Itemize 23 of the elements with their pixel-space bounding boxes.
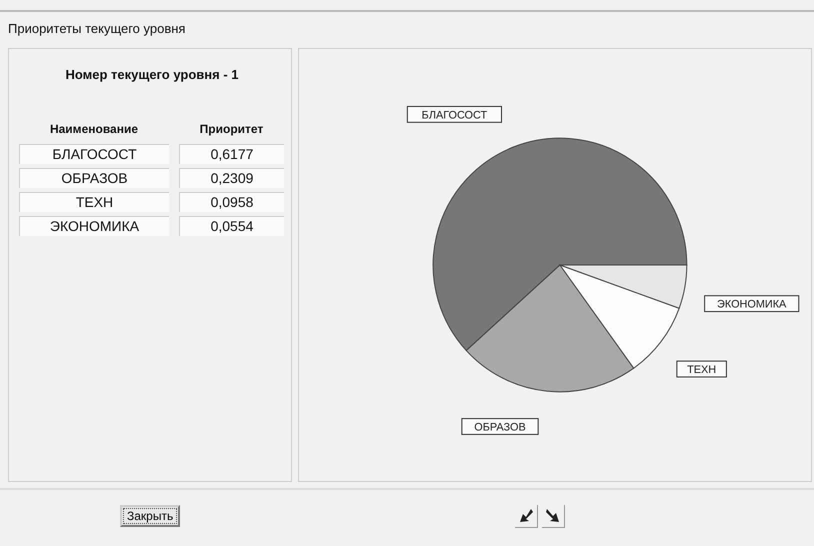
forward-arrow-icon[interactable] [542,504,566,528]
priority-field: 0,0958 [179,192,284,212]
slice-label: ОБРАЗОВ [461,418,539,435]
name-field: БЛАГОСОСТ [19,144,169,164]
window-title: Приоритеты текущего уровня [7,20,186,38]
slice-label: ТЕХН [687,364,716,376]
slice-label: ТЕХН [676,360,727,378]
close-button[interactable]: Закрыть [120,505,180,527]
name-field: ТЕХН [19,192,169,212]
slice-label: ЭКОНОМИКА [717,298,788,311]
priority-field: 0,2309 [179,168,284,188]
column-header: Приоритет [198,122,264,136]
slice-label: ЭКОНОМИКА [704,295,800,312]
priority-field: 0,0554 [179,216,284,236]
priority-field: 0,6177 [179,144,284,164]
slice-label: БЛАГОСОСТ [422,109,488,122]
name-field: ЭКОНОМИКА [19,216,169,236]
level-heading: Номер текущего уровня - 1 [64,67,240,82]
slice-label: ОБРАЗОВ [474,421,526,434]
slice-label: БЛАГОСОСТ [406,106,502,123]
name-field: ОБРАЗОВ [19,168,169,188]
column-header: Наименование [48,122,140,136]
back-arrow-icon[interactable] [515,504,538,528]
